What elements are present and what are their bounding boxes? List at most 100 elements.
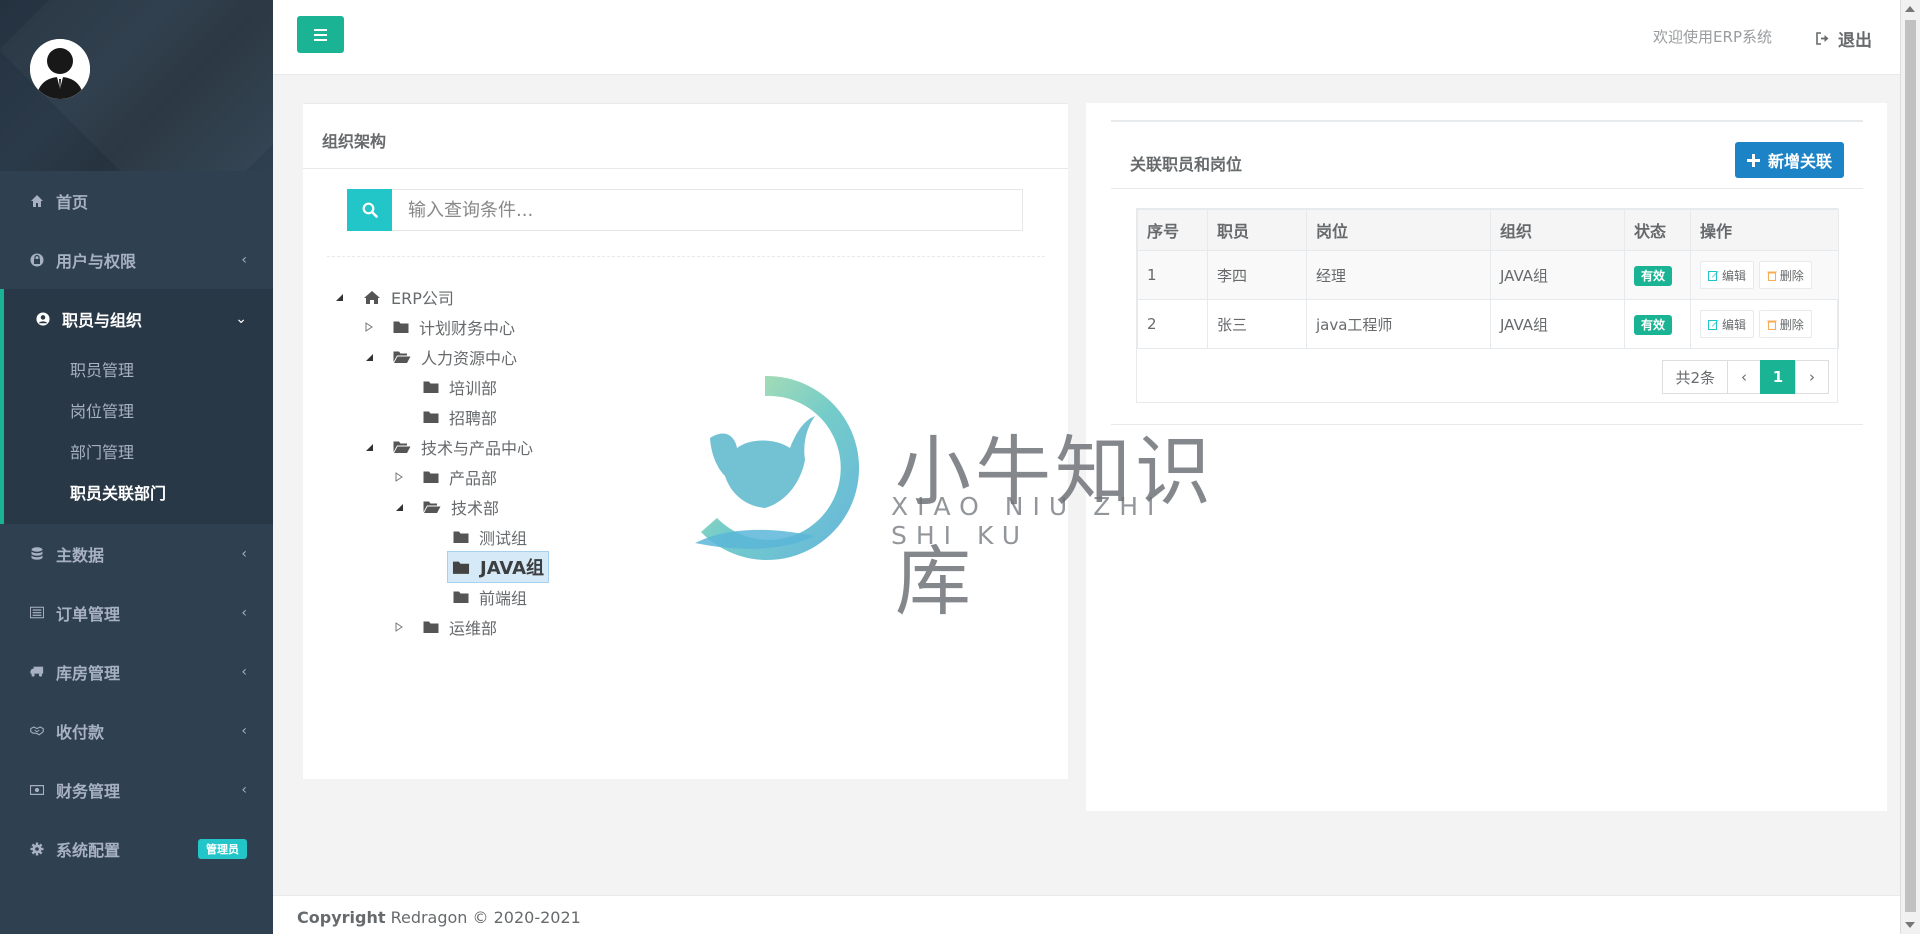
column-header[interactable]: 职员 <box>1207 209 1307 251</box>
sidebar-item-label: 收付款 <box>56 722 105 742</box>
scroll-up-arrow-icon[interactable] <box>1905 6 1915 12</box>
edit-button[interactable]: 编辑 <box>1700 261 1755 289</box>
pagination-current[interactable]: 1 <box>1760 360 1796 394</box>
pagination-next[interactable]: › <box>1795 360 1829 394</box>
home-icon <box>363 290 381 305</box>
linked-staff-box: 关联职员和岗位 新增关联 序号 职员 岗位 组织 状态 操作 1 李四 经理 J… <box>1111 120 1863 425</box>
hamburger-icon <box>314 28 327 31</box>
tree-node[interactable]: 运维部 <box>393 612 497 642</box>
sidebar-item-warehouse[interactable]: 库房管理 ‹ <box>0 642 273 701</box>
delete-button[interactable]: 删除 <box>1758 310 1812 338</box>
sign-out-icon <box>1816 32 1829 45</box>
column-header[interactable]: 岗位 <box>1306 209 1491 251</box>
collapsed-triangle-icon[interactable] <box>393 472 405 482</box>
sidebar-item-label: 财务管理 <box>56 781 121 801</box>
org-tree-panel: 组织架构 ERP公司 计划财务中心 人力资源中心 培训部 <box>303 103 1068 779</box>
delete-button[interactable]: 删除 <box>1758 261 1812 289</box>
sidebar-item-label: 用户与权限 <box>56 251 137 271</box>
database-icon <box>30 546 44 561</box>
collapsed-triangle-icon[interactable] <box>393 622 405 632</box>
table-row[interactable]: 2 张三 java工程师 JAVA组 有效 编辑 删除 <box>1137 299 1839 349</box>
copyright-text: Redragon © 2020-2021 <box>385 908 581 927</box>
add-link-button[interactable]: 新增关联 <box>1734 142 1844 178</box>
sidebar-item-orders[interactable]: 订单管理 ‹ <box>0 583 273 642</box>
sidebar-item-label: 首页 <box>56 192 89 212</box>
sidebar-item-label: 库房管理 <box>56 663 121 683</box>
search-input[interactable] <box>392 189 1023 231</box>
sidebar-item-payments[interactable]: 收付款 ‹ <box>0 701 273 760</box>
sidebar-item-user-permission[interactable]: 用户与权限 ‹ <box>0 230 273 289</box>
tree-node[interactable]: 测试组 <box>453 522 527 552</box>
avatar[interactable] <box>30 39 90 99</box>
column-header[interactable]: 状态 <box>1624 209 1691 251</box>
tree-node[interactable]: 产品部 <box>393 462 497 492</box>
admin-badge: 管理员 <box>198 838 247 859</box>
column-header[interactable]: 操作 <box>1690 209 1839 251</box>
sidebar-subitem-staff-dept[interactable]: 职员关联部门 <box>4 471 273 512</box>
copyright-label: Copyright <box>297 908 386 927</box>
pagination-total: 共2条 <box>1662 360 1728 394</box>
sidebar-item-label: 职员与组织 <box>62 310 143 330</box>
status-badge: 有效 <box>1634 315 1673 335</box>
chevron-left-icon: ‹ <box>241 251 247 268</box>
table-row[interactable]: 1 李四 经理 JAVA组 有效 编辑 删除 <box>1137 250 1839 300</box>
divider <box>327 256 1045 257</box>
tree-node[interactable]: ERP公司 <box>333 282 454 312</box>
expand-triangle-icon[interactable] <box>363 443 375 452</box>
column-header[interactable]: 组织 <box>1490 209 1625 251</box>
tree-node[interactable]: 人力资源中心 <box>363 342 517 372</box>
tree-node[interactable]: 前端组 <box>453 582 527 612</box>
folder-open-icon <box>393 350 411 364</box>
expand-triangle-icon[interactable] <box>333 293 345 302</box>
expand-triangle-icon[interactable] <box>393 503 405 512</box>
sidebar-subitem-dept[interactable]: 部门管理 <box>4 430 273 471</box>
user-avatar-icon <box>30 39 90 99</box>
table-header-row: 序号 职员 岗位 组织 状态 操作 <box>1137 209 1839 251</box>
edit-icon <box>1708 319 1719 330</box>
sidebar: 首页 用户与权限 ‹ 职员与组织 ⌄ 职员管理 岗位管理 部门管理 职员关联部门… <box>0 0 273 934</box>
staff-table: 序号 职员 岗位 组织 状态 操作 1 李四 经理 JAVA组 有效 编辑 删除… <box>1137 209 1839 349</box>
sidebar-item-system-config[interactable]: 系统配置 管理员 <box>0 819 273 878</box>
expand-triangle-icon[interactable] <box>363 353 375 362</box>
scrollbar-thumb[interactable] <box>1905 20 1916 912</box>
vertical-scrollbar[interactable] <box>1900 0 1920 934</box>
search-icon <box>362 202 378 218</box>
pagination: 共2条 ‹ 1 › <box>1662 360 1829 394</box>
search-button[interactable] <box>347 189 392 231</box>
sidebar-subitem-post[interactable]: 岗位管理 <box>4 389 273 430</box>
pagination-prev[interactable]: ‹ <box>1727 360 1761 394</box>
panel-title: 组织架构 <box>303 104 1068 169</box>
sidebar-item-master-data[interactable]: 主数据 ‹ <box>0 524 273 583</box>
tree-node-selected[interactable]: JAVA组 <box>447 551 550 583</box>
sidebar-subitem-staff[interactable]: 职员管理 <box>4 348 273 389</box>
handshake-icon <box>30 724 44 738</box>
truck-icon <box>30 665 44 679</box>
sidebar-item-staff-org[interactable]: 职员与组织 ⌄ <box>4 289 273 348</box>
scroll-down-arrow-icon[interactable] <box>1905 922 1915 928</box>
logout-label: 退出 <box>1838 31 1872 51</box>
tree-node[interactable]: 培训部 <box>423 372 497 402</box>
folder-icon <box>452 560 470 575</box>
sidebar-item-finance[interactable]: 财务管理 ‹ <box>0 760 273 819</box>
lock-icon <box>30 253 44 267</box>
logout-link[interactable]: 退出 <box>1816 26 1872 51</box>
collapsed-triangle-icon[interactable] <box>363 322 375 332</box>
edit-button[interactable]: 编辑 <box>1700 310 1755 338</box>
chevron-left-icon: ‹ <box>241 781 247 798</box>
profile-header <box>0 0 273 171</box>
edit-icon <box>1708 270 1719 281</box>
tree-node[interactable]: 技术部 <box>393 492 499 522</box>
column-header[interactable]: 序号 <box>1137 209 1208 251</box>
menu-toggle-button[interactable] <box>297 16 344 53</box>
tree-node[interactable]: 技术与产品中心 <box>363 432 533 462</box>
tree-node[interactable]: 计划财务中心 <box>363 312 515 342</box>
folder-icon <box>423 380 439 394</box>
sidebar-item-home[interactable]: 首页 <box>0 171 273 230</box>
folder-open-icon <box>393 440 411 454</box>
tree-node[interactable]: 招聘部 <box>423 402 497 432</box>
welcome-text: 欢迎使用ERP系统 <box>1653 28 1772 46</box>
panel-title: 关联职员和岗位 <box>1130 155 1243 174</box>
chevron-left-icon: ‹ <box>241 722 247 739</box>
folder-icon <box>423 470 439 484</box>
tree-search <box>347 189 1023 231</box>
